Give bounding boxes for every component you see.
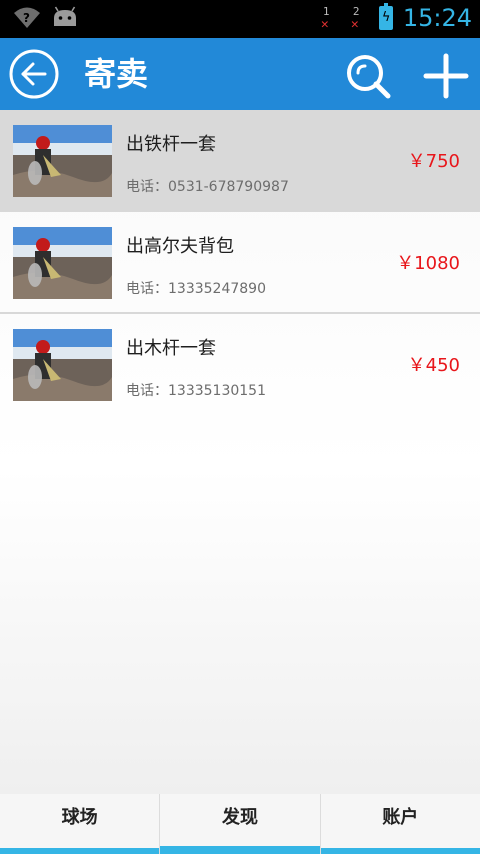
consignment-list: 出铁杆一套 电话：0531-678790987 ￥750 出高尔夫背包 电话：1… — [0, 110, 480, 416]
search-icon — [347, 55, 391, 99]
item-thumbnail — [13, 329, 112, 401]
tab-label: 发现 — [221, 807, 258, 828]
item-phone: 电话：13335130151 — [126, 383, 266, 399]
list-item[interactable]: 出木杆一套 电话：13335130151 ￥450 — [0, 314, 480, 416]
svg-text:?: ? — [23, 11, 30, 25]
item-price: ￥450 — [407, 355, 460, 376]
wifi-question-icon: ? — [12, 6, 42, 34]
status-right-icons: 1 ✕ 2 ✕ ϟ 15:24 — [319, 3, 472, 32]
tab-discover[interactable]: 发现 — [160, 794, 321, 854]
item-price: ￥1080 — [396, 253, 460, 274]
tab-label: 账户 — [382, 807, 419, 828]
tab-underline — [320, 848, 480, 854]
tab-account[interactable]: 账户 — [320, 794, 480, 854]
list-item[interactable]: 出铁杆一套 电话：0531-678790987 ￥750 — [0, 110, 480, 212]
tab-underline — [160, 846, 320, 854]
sim2-no-signal-icon: 2 ✕ — [349, 4, 369, 32]
item-title: 出木杆一套 — [126, 338, 216, 359]
item-title: 出铁杆一套 — [126, 134, 216, 155]
list-item[interactable]: 出高尔夫背包 电话：13335247890 ￥1080 — [0, 212, 480, 314]
status-left-icons: ? — [12, 6, 78, 34]
status-bar: ? 1 ✕ 2 ✕ ϟ 15:24 — [0, 0, 480, 38]
tab-label: 球场 — [61, 807, 98, 828]
action-bar: 寄卖 — [0, 38, 480, 110]
status-clock: 15:24 — [402, 4, 472, 32]
item-title: 出高尔夫背包 — [126, 236, 234, 257]
item-thumbnail — [13, 125, 112, 197]
no-signal-x: ✕ — [350, 17, 359, 32]
item-phone: 电话：0531-678790987 — [126, 179, 289, 195]
item-phone: 电话：13335247890 — [126, 281, 266, 297]
android-icon — [52, 6, 78, 34]
page-title: 寄卖 — [84, 55, 149, 93]
tab-courses[interactable]: 球场 — [0, 794, 161, 854]
add-button[interactable] — [422, 52, 470, 100]
plus-icon — [423, 53, 469, 99]
item-price: ￥750 — [407, 151, 460, 172]
back-button[interactable] — [8, 48, 60, 100]
bottom-tab-bar: 球场 发现 账户 — [0, 794, 480, 854]
tab-underline — [0, 848, 160, 854]
battery-charging-icon: ϟ — [378, 3, 393, 30]
no-signal-x: ✕ — [320, 17, 329, 32]
item-thumbnail — [13, 227, 112, 299]
arrow-left-circle-icon — [9, 49, 59, 99]
search-button[interactable] — [344, 52, 392, 100]
sim1-no-signal-icon: 1 ✕ — [319, 4, 339, 32]
